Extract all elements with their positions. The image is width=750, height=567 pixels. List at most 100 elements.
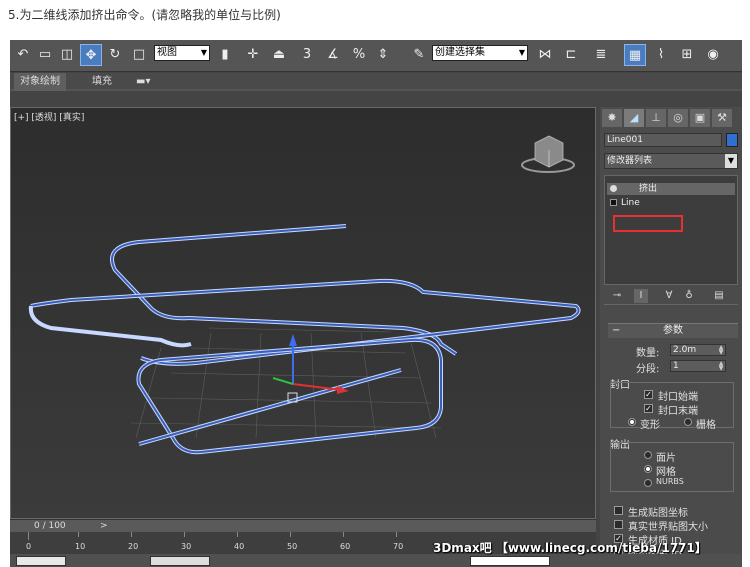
mesh-label: 网格	[656, 467, 676, 478]
configure-sets-icon[interactable]: ▤	[712, 289, 726, 303]
named-selection-dropdown[interactable]: 创建选择集 ▼	[432, 45, 528, 61]
reference-coord-value: 视图	[157, 47, 177, 58]
snap-3d-icon[interactable]: 3	[296, 44, 318, 66]
gen-mapping-checkbox[interactable]	[614, 506, 623, 515]
object-name-field[interactable]: Line001	[604, 133, 722, 147]
real-world-checkbox[interactable]	[614, 520, 623, 529]
track-tick	[184, 532, 185, 537]
modify-tab-icon[interactable]: ◢	[624, 109, 644, 127]
tab-object-paint[interactable]: 对象绘制	[14, 73, 66, 91]
show-end-result-icon[interactable]: I	[634, 289, 648, 303]
tick-label-50: 50	[287, 542, 298, 551]
pivot-icon[interactable]: ▮	[214, 44, 236, 66]
tick-label-10: 10	[75, 542, 86, 551]
parameters-rollout: − 参数 数量: 2.0m ▲ ▼ 分段: 1 ▲ ▼ 封口 ✓ 封口始端 ✓ 封口…	[608, 323, 738, 567]
cap-end-checkbox[interactable]: ✓	[644, 404, 653, 413]
cap-start-checkbox[interactable]: ✓	[644, 390, 653, 399]
tick-label-60: 60	[340, 542, 351, 551]
percent-snap-icon[interactable]: %	[348, 44, 370, 66]
cap-end-label: 封口末端	[658, 406, 698, 417]
mirror-icon[interactable]: ⋈	[534, 44, 556, 66]
layer-manager-icon[interactable]: ≣	[590, 44, 612, 66]
remove-modifier-icon[interactable]: ♁	[682, 289, 696, 303]
rotate-icon[interactable]: ↻	[104, 44, 126, 66]
prompt-field[interactable]	[470, 556, 550, 566]
collapse-icon: −	[612, 325, 621, 336]
keyboard-shortcut-icon[interactable]: ⏏	[268, 44, 290, 66]
ribbon-options-icon[interactable]: ▬▾	[130, 73, 156, 91]
segments-spinner[interactable]: 1 ▲ ▼	[670, 360, 726, 372]
segments-label: 分段:	[636, 364, 660, 375]
grid-radio[interactable]	[684, 418, 692, 426]
spinner-arrows-icon[interactable]: ▲ ▼	[717, 345, 725, 356]
step-caption: 5.为二维线添加挤出命令。(请忽略我的单位与比例)	[8, 8, 281, 22]
chevron-down-icon: ▼	[200, 48, 207, 57]
select-manipulate-icon[interactable]: ✛	[242, 44, 264, 66]
lightbulb-icon[interactable]	[610, 185, 617, 192]
segments-value: 1	[673, 361, 679, 371]
align-icon[interactable]: ⊏	[560, 44, 582, 66]
gen-mapping-label: 生成贴图坐标	[628, 508, 688, 519]
nurbs-label: NURBS	[656, 477, 684, 486]
angle-snap-icon[interactable]: ∡	[322, 44, 344, 66]
viewport-scene	[28, 135, 581, 455]
create-tab-icon[interactable]: ✸	[602, 109, 622, 127]
extruded-spline-top-core	[111, 225, 457, 355]
patch-radio[interactable]	[644, 451, 652, 459]
motion-tab-icon[interactable]: ◎	[668, 109, 688, 127]
amount-spinner[interactable]: 2.0m ▲ ▼	[670, 344, 726, 356]
object-color-swatch[interactable]	[726, 133, 738, 147]
reference-coord-dropdown[interactable]: 视图 ▼	[154, 45, 210, 61]
chevron-down-icon: ▼	[725, 154, 737, 168]
spinner-snap-icon[interactable]: ⇕	[372, 44, 394, 66]
expand-box-icon[interactable]	[610, 199, 617, 206]
extruded-spline-bottom	[136, 337, 443, 455]
track-tick	[131, 532, 132, 537]
time-slider[interactable]: 0 / 100 >	[10, 519, 596, 532]
amount-label: 数量:	[636, 348, 660, 359]
gizmo-y-axis[interactable]	[272, 377, 294, 385]
parameters-title: 参数	[663, 325, 683, 336]
parameters-header[interactable]: − 参数	[608, 324, 738, 338]
coordinate-field[interactable]	[150, 556, 210, 566]
modifier-list-dropdown[interactable]: 修改器列表 ▼	[604, 153, 738, 169]
track-tick	[396, 532, 397, 537]
3dsmax-window: ↶ ▭ ◫ ✥ ↻ □ 视图 ▼ ▮ ✛ ⏏ 3 ∡ % ⇕ ✎ 创建选择集 ▼…	[10, 40, 742, 567]
undo-icon[interactable]: ↶	[12, 44, 34, 66]
select-region-icon[interactable]: ▭	[34, 44, 56, 66]
gizmo-z-arrow[interactable]	[289, 334, 297, 346]
morph-radio[interactable]	[628, 418, 636, 426]
schematic-view-icon[interactable]: ⊞	[676, 44, 698, 66]
edit-named-selection-icon[interactable]: ✎	[408, 44, 430, 66]
tab-populate[interactable]: 填充	[86, 73, 118, 91]
tick-label-30: 30	[181, 542, 192, 551]
graphite-toggle-icon[interactable]: ▦	[624, 44, 646, 66]
cap-start-label: 封口始端	[658, 392, 698, 403]
move-icon[interactable]: ✥	[80, 44, 102, 66]
mesh-radio[interactable]	[644, 465, 652, 473]
pin-stack-icon[interactable]: ⊸	[610, 289, 624, 303]
amount-value: 2.0m	[673, 345, 697, 355]
extruded-spline-top	[110, 224, 458, 356]
utilities-tab-icon[interactable]: ⚒	[712, 109, 732, 127]
window-crossing-icon[interactable]: ◫	[56, 44, 78, 66]
maxscript-listener-field[interactable]	[16, 556, 66, 566]
main-toolbar: ↶ ▭ ◫ ✥ ↻ □ 视图 ▼ ▮ ✛ ⏏ 3 ∡ % ⇕ ✎ 创建选择集 ▼…	[10, 40, 742, 72]
display-tab-icon[interactable]: ▣	[690, 109, 710, 127]
scale-icon[interactable]: □	[128, 44, 150, 66]
command-panel: ✸ ◢ ⊥ ◎ ▣ ⚒ Line001 修改器列表 ▼ 挤出 Line ⊸ I	[600, 107, 742, 567]
command-panel-tabs: ✸ ◢ ⊥ ◎ ▣ ⚒	[602, 107, 742, 129]
stack-item-extrude[interactable]: 挤出	[607, 183, 735, 195]
curve-editor-icon[interactable]: ⌇	[650, 44, 672, 66]
nurbs-radio[interactable]	[644, 479, 652, 487]
stack-item-line[interactable]: Line	[607, 197, 735, 209]
perspective-viewport[interactable]: [+] [透视] [真实]	[10, 107, 596, 519]
highlight-annotation	[613, 215, 683, 232]
percent-snap-label: %	[352, 47, 366, 62]
make-unique-icon[interactable]: ∀	[662, 289, 676, 303]
stack-toolbar: ⊸ I ∀ ♁ ▤	[604, 287, 738, 305]
material-editor-icon[interactable]: ◉	[702, 44, 724, 66]
hierarchy-tab-icon[interactable]: ⊥	[646, 109, 666, 127]
spinner-arrows-icon[interactable]: ▲ ▼	[717, 361, 725, 372]
track-tick	[28, 532, 29, 540]
